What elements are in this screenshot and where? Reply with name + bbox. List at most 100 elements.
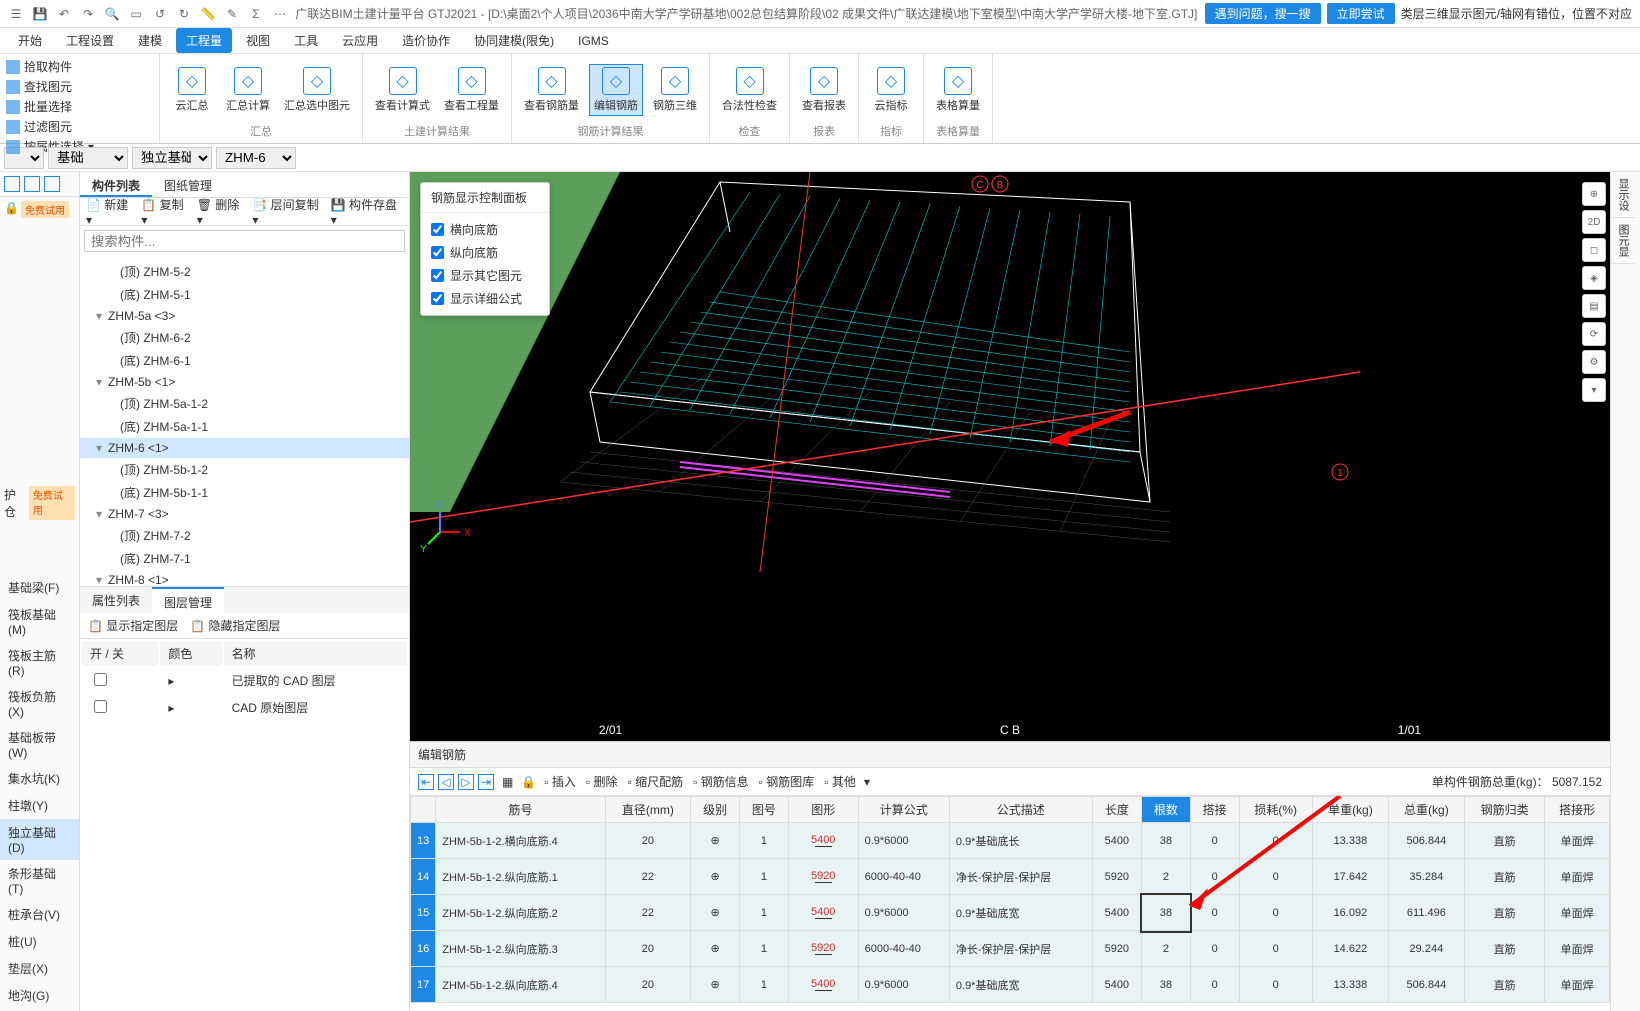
layer-row[interactable]: ▸CAD 原始图层 [82, 695, 407, 720]
filter-dropdown-1[interactable]: 基础 [48, 147, 128, 169]
tree-node[interactable]: (底) ZHM-6-1 [80, 349, 409, 372]
category-item[interactable]: 桩(U) [0, 928, 79, 955]
rebar-header[interactable]: 计算公式 [858, 797, 949, 823]
ribbon-tab-2[interactable]: 建模 [128, 28, 172, 53]
category-item[interactable]: 条形基础(T) [0, 860, 79, 901]
rebar-header[interactable]: 图形 [788, 797, 858, 823]
ribbon-btn-1-1[interactable]: ◇查看工程量 [440, 65, 503, 115]
selection-tool-3[interactable]: 过滤图元 [6, 118, 153, 135]
rebar-tool-0[interactable]: ▫ 插入 [544, 773, 576, 790]
rebar-header[interactable]: 钢筋归类 [1464, 797, 1544, 823]
ribbon-tab-0[interactable]: 开始 [8, 28, 52, 53]
component-toolbar-0[interactable]: 📄 新建 ▾ [86, 198, 135, 226]
dropdown-icon[interactable]: ▾ [864, 775, 870, 789]
view-dyn-icon[interactable]: ⟳ [1582, 322, 1606, 346]
dock-tab-1[interactable]: 显示设 [1611, 172, 1635, 218]
tree-node[interactable]: (顶) ZHM-7-2 [80, 524, 409, 547]
view-2d-icon[interactable]: 2D [1582, 210, 1606, 234]
nav-icon-1[interactable] [4, 176, 20, 192]
rebar-header[interactable]: 根数 [1142, 797, 1191, 823]
rebar-header[interactable]: 筋号 [436, 797, 605, 823]
nav-prev-icon[interactable]: ◁ [438, 774, 454, 790]
grid-icon[interactable]: ▦ [502, 775, 513, 789]
view-settings-icon[interactable]: ⚙ [1582, 350, 1606, 374]
component-toolbar-3[interactable]: 📑 层间复制 ▾ [252, 198, 324, 226]
component-toolbar-2[interactable]: 🗑 删除 ▾ [197, 198, 247, 226]
tree-node[interactable]: (顶) ZHM-6-2 [80, 326, 409, 349]
tree-node[interactable]: ▾ZHM-7 <3> [80, 504, 409, 524]
tree-node[interactable]: (顶) ZHM-5a-1-2 [80, 392, 409, 415]
rebar-row[interactable]: 14ZHM-5b-1-2.纵向底筋.122⊕159206000-40-40净长-… [411, 859, 1610, 895]
rebar-header[interactable]: 搭接 [1190, 797, 1239, 823]
dock-tab-2[interactable]: 图元显 [1611, 218, 1635, 264]
rebar-row[interactable]: 15ZHM-5b-1-2.纵向底筋.222⊕154000.9*60000.9*基… [411, 895, 1610, 931]
property-tab-0[interactable]: 属性列表 [80, 587, 152, 613]
ribbon-btn-2-2[interactable]: ◇钢筋三维 [649, 65, 701, 115]
ribbon-tab-5[interactable]: 工具 [284, 28, 328, 53]
ribbon-tab-4[interactable]: 视图 [236, 28, 280, 53]
view-collapse-icon[interactable]: ▾ [1582, 378, 1606, 402]
category-item[interactable]: 桩承台(V) [0, 901, 79, 928]
tree-node[interactable]: (顶) ZHM-5b-1-2 [80, 458, 409, 481]
rebar-tool-5[interactable]: ▫ 其他 [824, 773, 856, 790]
layer-toolbar-0[interactable]: 📋 显示指定图层 [88, 617, 178, 634]
view-cube-icon[interactable]: ◻ [1582, 238, 1606, 262]
tree-node[interactable]: (底) ZHM-5a-1-1 [80, 415, 409, 438]
3d-viewport[interactable]: C B 1 X Y Z 钢筋显示控制面板 横向底筋 纵向底筋 显示其它图元 显示… [410, 172, 1610, 741]
region-icon[interactable]: ▭ [128, 6, 144, 22]
filter-dropdown-3[interactable]: ZHM-6 [216, 147, 296, 169]
menu-icon[interactable]: ☰ [8, 6, 24, 22]
ribbon-tab-3[interactable]: 工程量 [176, 28, 232, 53]
ribbon-tab-8[interactable]: 协同建模(限免) [464, 28, 564, 53]
layer-row[interactable]: ▸已提取的 CAD 图层 [82, 668, 407, 693]
tree-node[interactable]: (底) ZHM-5-1 [80, 283, 409, 306]
undo-icon[interactable]: ↶ [56, 6, 72, 22]
lock-icon[interactable]: 🔒 [521, 775, 536, 789]
rebar-header[interactable]: 损耗(%) [1239, 797, 1312, 823]
layer-toolbar-1[interactable]: 📋 隐藏指定图层 [190, 617, 280, 634]
ribbon-tab-1[interactable]: 工程设置 [56, 28, 124, 53]
ribbon-tab-6[interactable]: 云应用 [332, 28, 388, 53]
back-icon[interactable]: ↺ [152, 6, 168, 22]
ribbon-btn-0-2[interactable]: ◇汇总选中图元 [280, 65, 354, 115]
ribbon-btn-6-0[interactable]: ◇表格算量 [932, 65, 984, 115]
rebar-row[interactable]: 13ZHM-5b-1-2.横向底筋.420⊕154000.9*60000.9*基… [411, 823, 1610, 859]
highlight-icon[interactable]: ✎ [224, 6, 240, 22]
nav-next-icon[interactable]: ▷ [458, 774, 474, 790]
forward-icon[interactable]: ↻ [176, 6, 192, 22]
selection-tool-2[interactable]: 批量选择 [6, 98, 153, 115]
rebar-header[interactable]: 总重(kg) [1388, 797, 1464, 823]
view-iso-icon[interactable]: ◈ [1582, 266, 1606, 290]
component-search-input[interactable] [84, 230, 405, 252]
rebar-row[interactable]: 17ZHM-5b-1-2.纵向底筋.420⊕154000.9*60000.9*基… [411, 967, 1610, 1003]
nav-icon-2[interactable] [24, 176, 40, 192]
rebar-row[interactable]: 16ZHM-5b-1-2.纵向底筋.320⊕159206000-40-40净长-… [411, 931, 1610, 967]
display-option-3[interactable]: 显示详细公式 [431, 290, 539, 307]
rebar-tool-3[interactable]: ▫ 钢筋信息 [693, 773, 749, 790]
category-item[interactable]: 柱墩(Y) [0, 792, 79, 819]
component-tab-1[interactable]: 图纸管理 [152, 172, 224, 197]
component-tab-0[interactable]: 构件列表 [80, 172, 152, 197]
selection-tool-0[interactable]: 拾取构件 [6, 58, 153, 75]
ribbon-btn-3-0[interactable]: ◇合法性检查 [718, 65, 781, 115]
ribbon-btn-2-0[interactable]: ◇查看钢筋量 [520, 65, 583, 115]
component-toolbar-4[interactable]: 💾 构件存盘 ▾ [331, 198, 403, 226]
category-item[interactable]: 基础梁(F) [0, 574, 79, 601]
rebar-header[interactable]: 长度 [1092, 797, 1141, 823]
category-item[interactable]: 筏板负筋(X) [0, 683, 79, 724]
ribbon-btn-4-0[interactable]: ◇查看报表 [798, 65, 850, 115]
selection-tool-1[interactable]: 查找图元 [6, 78, 153, 95]
category-item[interactable]: 独立基础(D) [0, 819, 79, 860]
ribbon-btn-0-0[interactable]: ◇云汇总 [168, 65, 216, 115]
tree-node[interactable]: ▾ZHM-5a <3> [80, 306, 409, 326]
category-item[interactable]: 筏板主筋(R) [0, 642, 79, 683]
nav-first-icon[interactable]: ⇤ [418, 774, 434, 790]
tree-node[interactable]: ▾ZHM-5b <1> [80, 372, 409, 392]
rebar-tool-1[interactable]: ▫ 删除 [586, 773, 618, 790]
category-item[interactable]: 筏板基础(M) [0, 601, 79, 642]
tree-node[interactable]: (顶) ZHM-5-2 [80, 260, 409, 283]
rebar-header[interactable]: 直径(mm) [605, 797, 691, 823]
display-option-1[interactable]: 纵向底筋 [431, 244, 539, 261]
tree-node[interactable]: (底) ZHM-5b-1-1 [80, 481, 409, 504]
ribbon-btn-1-0[interactable]: ◇查看计算式 [371, 65, 434, 115]
